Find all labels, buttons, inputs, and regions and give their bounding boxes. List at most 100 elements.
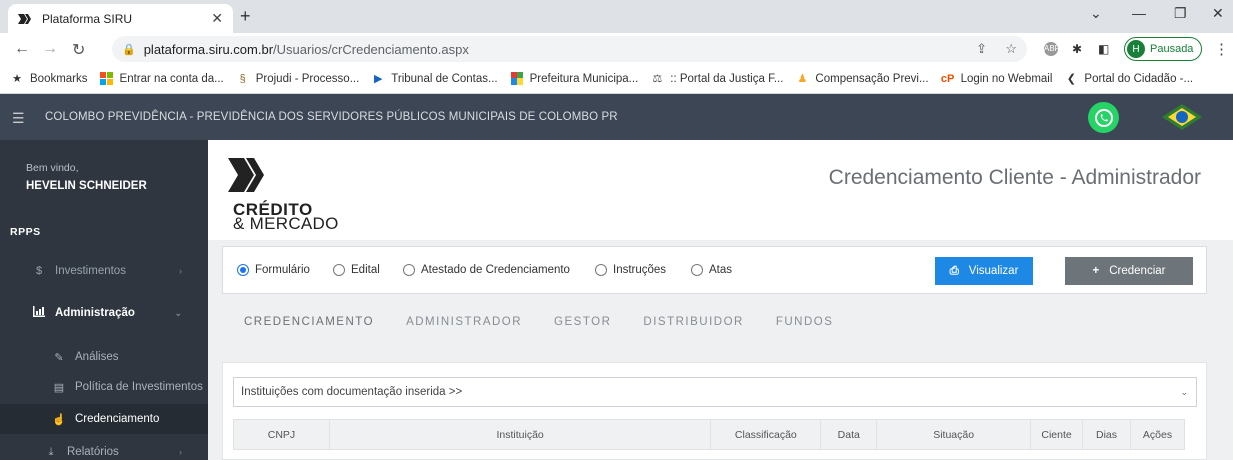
page-header: CRÉDITO & MERCADO Credenciamento Cliente… — [208, 140, 1233, 240]
chevron-down-icon: ⌄ — [1180, 386, 1188, 397]
radio-dot[interactable] — [595, 264, 607, 276]
sidebar-item-investimentos[interactable]: $ Investimentos › — [0, 259, 208, 283]
forward-icon[interactable]: → — [42, 40, 58, 58]
print-icon: ⎙ — [949, 264, 959, 277]
reload-icon[interactable]: ↻ — [72, 40, 85, 60]
justice-icon: ⚖ — [652, 73, 663, 85]
lock-icon: 🔒 — [122, 43, 136, 56]
bookmark-item[interactable]: Entrar na conta da... — [100, 72, 224, 86]
maximize-button[interactable]: ❐ — [1174, 5, 1187, 22]
radio-atas[interactable]: Atas — [691, 264, 732, 276]
new-tab-button[interactable]: + — [240, 6, 251, 27]
tab-search-icon[interactable]: ⌄ — [1090, 5, 1102, 22]
extensions-puzzle-icon[interactable]: ✱ — [1072, 42, 1082, 56]
profile-avatar: H — [1127, 40, 1145, 58]
browser-tab[interactable]: Plataforma SIRU ✕ — [8, 4, 233, 33]
address-bar-row: ← → ↻ 🔒 plataforma.siru.com.br/Usuarios/… — [0, 33, 1233, 65]
sidebar-section-title: RPPS — [10, 226, 41, 238]
download-icon: ⤓ — [48, 445, 54, 458]
column-header-dias[interactable]: Dias — [1082, 419, 1131, 450]
app-top-bar: ☰ COLOMBO PREVIDÊNCIA - PREVIDÊNCIA DOS … — [0, 94, 1233, 140]
logo-line2: & MERCADO — [233, 214, 339, 233]
close-tab-icon[interactable]: ✕ — [211, 10, 223, 27]
share-icon[interactable]: ⇪ — [976, 41, 987, 57]
app-title: COLOMBO PREVIDÊNCIA - PREVIDÊNCIA DOS SE… — [45, 111, 618, 123]
bookmark-item[interactable]: ❮ Portal do Cidadão -... — [1064, 72, 1193, 86]
bookmark-item[interactable]: ★ Bookmarks — [10, 72, 87, 86]
welcome-text: Bem vindo, — [26, 162, 79, 174]
visualizar-button[interactable]: ⎙ Visualizar — [935, 257, 1033, 285]
radio-instrucoes[interactable]: Instruções — [595, 264, 666, 276]
radio-selected-dot[interactable] — [237, 264, 249, 276]
microsoft-icon — [100, 72, 114, 86]
star-icon: ★ — [12, 73, 22, 85]
bookmark-item[interactable]: § Projudi - Processo... — [236, 72, 360, 86]
close-window-button[interactable]: ✕ — [1212, 5, 1224, 22]
credenciar-button[interactable]: + Credenciar — [1065, 257, 1193, 285]
tab-credenciamento[interactable]: CREDENCIAMENTO — [244, 316, 374, 328]
column-header-cnpj[interactable]: CNPJ — [233, 419, 330, 450]
sidebar-item-relatorios[interactable]: ⤓ Relatórios › — [0, 442, 208, 460]
bookmark-item[interactable]: ⚖:: Portal da Justiça F... — [650, 72, 783, 86]
sidebar-item-administracao[interactable]: Administração ⌄ — [0, 299, 208, 327]
radio-atestado-de-credenciamento[interactable]: Atestado de Credenciamento — [403, 264, 570, 276]
radio-dot[interactable] — [333, 264, 345, 276]
profile-button[interactable]: H Pausada — [1124, 37, 1203, 61]
chevron-right-icon: › — [179, 266, 182, 276]
sidebar-item-analises[interactable]: ✎ Análises — [0, 346, 208, 368]
side-panel-icon[interactable]: ◧ — [1098, 42, 1109, 56]
chevron-right-icon: › — [179, 447, 182, 457]
tab-fundos[interactable]: FUNDOS — [776, 316, 834, 328]
sidebar-item-credenciamento[interactable]: ☝ Credenciamento — [0, 404, 208, 434]
document-options-box: Formulário Edital Atestado de Credenciam… — [222, 246, 1207, 294]
tab-administrador[interactable]: ADMINISTRADOR — [406, 316, 522, 328]
column-header-situacao[interactable]: Situação — [876, 419, 1032, 450]
radio-edital[interactable]: Edital — [333, 264, 380, 276]
radio-dot[interactable] — [403, 264, 415, 276]
browser-tab-bar: Plataforma SIRU ✕ + ⌄ — ❐ ✕ — [0, 0, 1233, 33]
dollar-icon: $ — [35, 265, 43, 277]
url-path: /Usuarios/crCredenciamento.aspx — [273, 41, 469, 57]
hamburger-menu-icon[interactable]: ☰ — [12, 110, 25, 127]
profile-status: Pausada — [1150, 43, 1194, 55]
sidebar: Bem vindo, HEVELIN SCHNEIDER RPPS $ Inve… — [0, 140, 208, 460]
bookmark-item[interactable]: cP Login no Webmail — [941, 72, 1053, 86]
column-header-classificacao[interactable]: Classificação — [710, 419, 822, 450]
cp-icon: cP — [940, 73, 955, 85]
chart-icon — [32, 306, 46, 320]
whatsapp-icon[interactable] — [1088, 102, 1119, 133]
credito-mercado-logo-icon — [228, 158, 268, 195]
gov-logo-icon[interactable] — [1160, 102, 1204, 132]
institutions-filter-select[interactable]: Instituições com documentação inserida >… — [233, 377, 1197, 407]
bookmark-item[interactable]: ▶ Tribunal de Contas... — [371, 72, 498, 86]
bookmark-star-icon[interactable]: ☆ — [1005, 41, 1017, 57]
user-name: HEVELIN SCHNEIDER — [26, 180, 147, 192]
browser-menu-icon[interactable]: ⋮ — [1214, 40, 1229, 58]
radio-dot[interactable] — [691, 264, 703, 276]
crest-icon — [510, 72, 524, 86]
minimize-button[interactable]: — — [1132, 5, 1146, 21]
tab-gestor[interactable]: GESTOR — [554, 316, 611, 328]
tab-distribuidor[interactable]: DISTRIBUIDOR — [643, 316, 743, 328]
column-header-ciente[interactable]: Ciente — [1030, 419, 1084, 450]
column-header-instituicao[interactable]: Instituição — [328, 419, 712, 450]
person-icon: ♟ — [797, 73, 808, 85]
table-header-row: CNPJ Instituição Classificação Data Situ… — [233, 419, 1186, 450]
edit-icon: ✎ — [54, 351, 64, 364]
page-title: Credenciamento Cliente - Administrador — [828, 166, 1201, 189]
chevron-left-icon: ❮ — [1066, 73, 1077, 85]
bookmark-item[interactable]: Prefeitura Municipa... — [510, 72, 638, 86]
browser-tab-title: Plataforma SIRU — [42, 11, 133, 26]
main-content: CRÉDITO & MERCADO Credenciamento Cliente… — [208, 140, 1233, 460]
url-input[interactable]: 🔒 plataforma.siru.com.br/Usuarios/crCred… — [112, 36, 1027, 62]
bookmarks-bar: ★ Bookmarks Entrar na conta da... § Projud… — [0, 65, 1233, 94]
abp-extension-icon[interactable]: ABP — [1044, 42, 1060, 56]
column-header-acoes[interactable]: Ações — [1129, 419, 1186, 450]
column-header-data[interactable]: Data — [820, 419, 878, 450]
back-icon[interactable]: ← — [14, 40, 30, 58]
bookmark-item[interactable]: ♟ Compensação Previ... — [795, 72, 928, 86]
thumbs-up-icon: ☝ — [52, 413, 66, 426]
sidebar-item-politica-de-investimentos[interactable]: ▤ Política de Investimentos — [0, 376, 208, 398]
institutions-card: Instituições com documentação inserida >… — [222, 362, 1207, 460]
radio-formulario[interactable]: Formulário — [237, 264, 310, 276]
